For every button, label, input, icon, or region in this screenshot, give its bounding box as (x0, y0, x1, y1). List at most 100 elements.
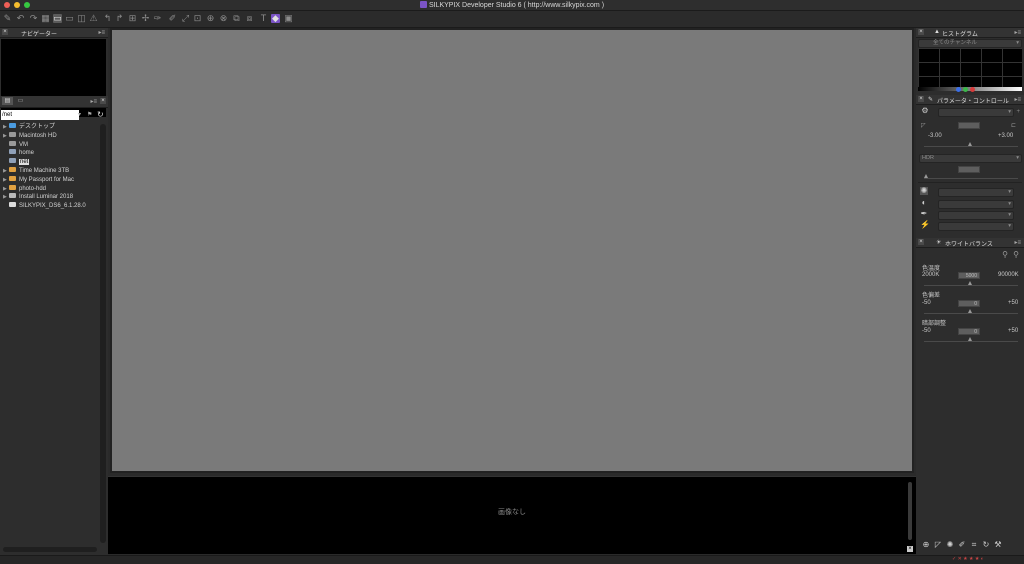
panel-menu-icon[interactable]: ▸≡ (1014, 29, 1021, 36)
noise-icon[interactable]: ⚡ (920, 221, 930, 229)
tree-item[interactable]: ▶ デスクトップ (3, 123, 55, 131)
tree-item-label: SILKYPIX_DS6_6.1.28.0 (19, 203, 86, 210)
white-balance-picker-icon[interactable]: ✑ (153, 14, 162, 23)
rotate-right-icon[interactable]: ↱ (115, 14, 124, 23)
fine-tune-max: +50 (1008, 328, 1019, 334)
crop-panel-icon[interactable]: ⌗ (970, 541, 978, 549)
divider (918, 182, 1022, 183)
grid-icon[interactable]: ⊞ (128, 14, 137, 23)
redo-icon[interactable]: ↷ (29, 14, 38, 23)
exposure-reset-icon[interactable]: ⊏ (1011, 122, 1016, 129)
rotate-left-icon[interactable]: ↰ (103, 14, 112, 23)
temperature-value[interactable]: 5000 (958, 272, 980, 279)
tree-item[interactable]: home (3, 149, 34, 157)
tint-value[interactable]: 0 (958, 300, 980, 307)
hdr-track[interactable] (924, 178, 1018, 179)
spot-icon[interactable]: ✐ (168, 14, 177, 23)
sharp-panel-icon[interactable]: ✐ (958, 541, 966, 549)
close-panel-button[interactable]: × (918, 96, 924, 102)
rotate-panel-icon[interactable]: ↻ (982, 541, 990, 549)
hdr-select[interactable]: HDR ▾ (919, 154, 1022, 163)
tree-item[interactable]: ▶ My Passport for Mac (3, 175, 74, 184)
temperature-thumb[interactable] (968, 281, 972, 285)
hdr-thumb[interactable] (924, 174, 928, 178)
close-panel-button[interactable]: × (2, 29, 8, 35)
tree-item[interactable]: SILKYPIX_DS6_6.1.28.0 (3, 202, 86, 210)
panel-menu-icon[interactable]: ▸≡ (1014, 239, 1021, 246)
tree-item[interactable]: ▶ Macintosh HD (3, 131, 57, 140)
close-panel-button[interactable]: × (100, 98, 106, 104)
color-panel-icon[interactable]: ✺ (946, 541, 954, 549)
hdr-value[interactable] (958, 166, 980, 173)
thumbnail-strip[interactable]: 画像なし × (108, 476, 916, 554)
sharpness-select[interactable]: ▾ (938, 211, 1014, 220)
fine-tune-thumb[interactable] (968, 337, 972, 341)
app-logo-icon[interactable]: ◆ (271, 14, 280, 23)
wb-picker-icon[interactable]: ⚲ (1001, 251, 1009, 259)
tint-track[interactable] (924, 313, 1018, 314)
compare-view-icon[interactable]: ◫ (77, 14, 86, 23)
temperature-track[interactable] (924, 285, 1018, 286)
tree-item[interactable]: ▶ Time Machine 3TB (3, 167, 69, 175)
develop-panel-icon[interactable]: ⊕ (922, 541, 930, 549)
color-icon[interactable]: ✺ (920, 187, 928, 195)
comment-tab-icon[interactable]: ▭ (15, 97, 26, 105)
tool-panel-icon[interactable]: ⚒ (994, 541, 1002, 549)
plus-icon[interactable]: + (1016, 109, 1020, 115)
panel-menu-icon[interactable]: ▸≡ (1014, 96, 1021, 103)
preview-thumbnail-view-icon[interactable]: ▭ (53, 14, 62, 23)
taste-select[interactable]: ▾ (938, 108, 1014, 117)
no-image-label: 画像なし (498, 509, 526, 516)
window-title-text: SILKYPIX Developer Studio 6 ( http://www… (428, 2, 605, 9)
gray-point-icon[interactable]: ✢ (141, 14, 150, 23)
warning-icon[interactable]: ⚠ (89, 14, 98, 23)
tree-item[interactable]: net (3, 158, 30, 166)
tree-item-label: photo-hdd (19, 185, 47, 192)
tree-item[interactable]: ▶ Install Luminar 2018 (3, 193, 73, 201)
exposure-thumb[interactable] (968, 142, 972, 146)
tone-icon[interactable]: T (259, 14, 268, 23)
tree-item[interactable]: ▶ photo-hdd (3, 184, 47, 193)
gray-picker-icon[interactable]: ⚲ (1012, 251, 1020, 259)
channel-select[interactable]: 全てのチャンネル ▾ (918, 39, 1022, 48)
vertical-scrollbar[interactable] (100, 124, 106, 543)
contrast-icon[interactable]: ◐ (920, 199, 928, 207)
exposure-value[interactable] (958, 122, 980, 129)
paste-params-icon[interactable]: ⧈ (245, 14, 254, 23)
crop-icon[interactable]: ⊡ (193, 14, 202, 23)
fine-tune-track[interactable] (924, 341, 1018, 342)
folder-tab-icon[interactable]: ▤ (2, 97, 13, 105)
refresh-icon[interactable]: ↻ (97, 110, 104, 119)
close-strip-icon[interactable]: × (907, 546, 913, 552)
thumbnail-view-icon[interactable]: ▦ (41, 14, 50, 23)
thumbnail-scrollbar[interactable] (908, 482, 912, 540)
undo-icon[interactable]: ↶ (16, 14, 25, 23)
parameter-header: × ✎ パラメータ・コントロール ▸≡ (916, 95, 1024, 105)
panel-menu-icon[interactable]: ▸≡ (98, 29, 105, 36)
path-dropdown-icon[interactable]: ▾ (78, 111, 81, 118)
preview-area[interactable] (110, 28, 914, 473)
exposure-panel-icon[interactable]: ◸ (934, 541, 942, 549)
copy-params-icon[interactable]: ⧉ (232, 14, 241, 23)
panel-menu-icon[interactable]: ▸≡ (90, 98, 97, 105)
tree-item[interactable]: VM (3, 140, 28, 149)
spotting-icon[interactable]: ⊗ (219, 14, 228, 23)
partial-correction-icon[interactable]: ⊕ (206, 14, 215, 23)
fine-tune-value[interactable]: 0 (958, 328, 980, 335)
noise-select[interactable]: ▾ (938, 222, 1014, 231)
display-icon[interactable]: ▣ (284, 14, 293, 23)
settings-gear-icon[interactable]: ⚙ (921, 107, 929, 115)
preview-view-icon[interactable]: ▭ (65, 14, 74, 23)
tint-thumb[interactable] (968, 309, 972, 313)
color-select[interactable]: ▾ (938, 188, 1014, 197)
close-panel-button[interactable]: × (918, 239, 924, 245)
straighten-icon[interactable]: ⤢ (181, 14, 190, 23)
develop-icon[interactable]: ✎ (3, 14, 12, 23)
path-input[interactable] (1, 110, 79, 120)
horizontal-scrollbar[interactable] (3, 547, 97, 552)
tone-select[interactable]: ▾ (938, 200, 1014, 209)
sharpness-icon[interactable]: ✒ (920, 210, 928, 218)
close-panel-button[interactable]: × (918, 29, 924, 35)
exposure-track[interactable] (924, 146, 1018, 147)
bookmark-icon[interactable]: ⚑ (87, 111, 92, 118)
